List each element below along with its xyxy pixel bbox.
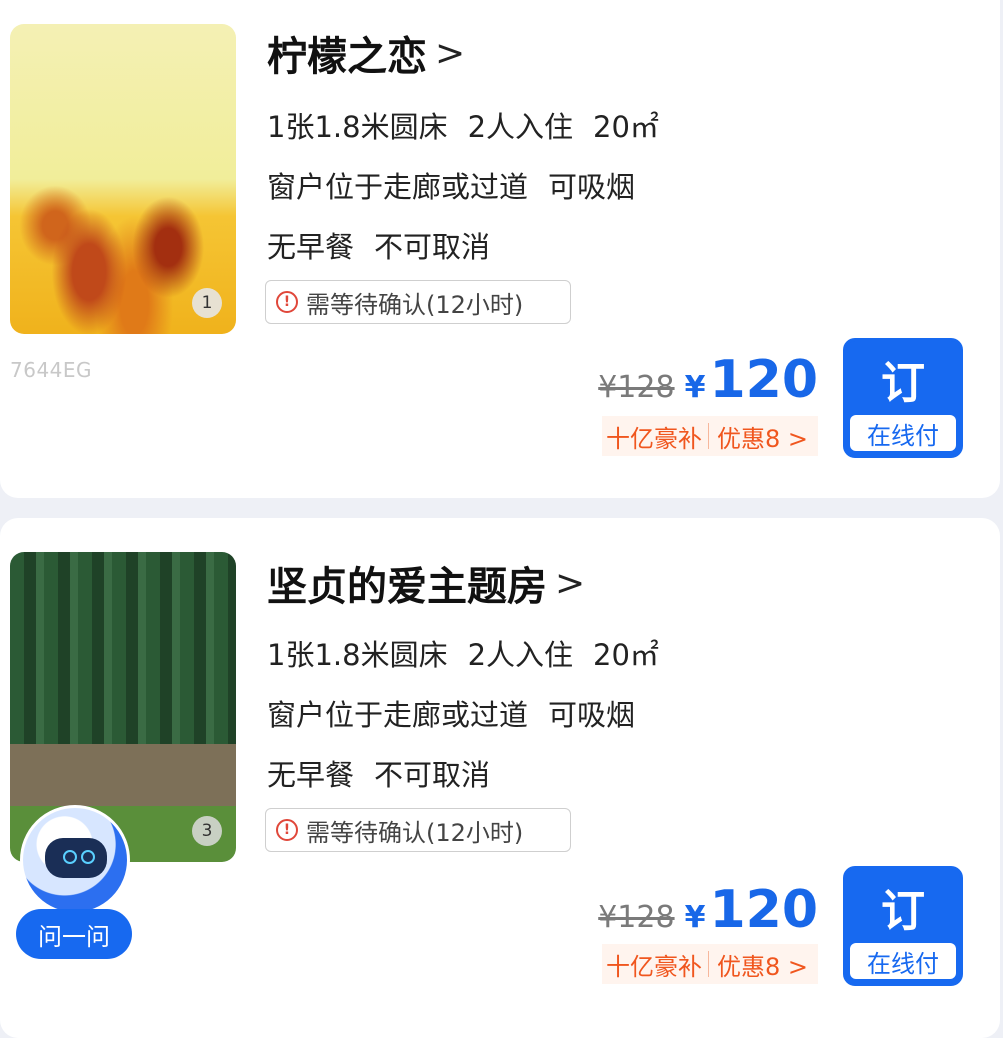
guest-count: 2人入住 — [467, 638, 574, 672]
bed-type: 1张1.8米圆床 — [267, 638, 448, 672]
room-title[interactable]: 坚贞的爱主题房 > — [267, 554, 585, 612]
confirmation-tag: ! 需等待确认(12小时) — [265, 808, 571, 852]
discount-link[interactable]: 优惠8 > — [709, 947, 818, 982]
smoking-info: 可吸烟 — [548, 698, 636, 732]
currency-symbol: ¥ — [684, 900, 706, 935]
original-price: ¥128 — [598, 370, 675, 405]
price-row: ¥128 ¥ 120 — [598, 350, 818, 410]
room-features: 窗户位于走廊或过道 可吸烟 — [267, 692, 635, 734]
book-label: 订 — [881, 358, 925, 409]
subsidy-tag: 十亿豪补 — [605, 424, 702, 453]
ask-assistant-button[interactable]: 问一问 — [16, 805, 134, 965]
confirmation-note: 需等待确认(12小时) — [306, 818, 524, 847]
subsidy-tag: 十亿豪补 — [605, 952, 702, 981]
window-info: 窗户位于走廊或过道 — [267, 698, 529, 732]
room-policy: 无早餐 不可取消 — [267, 224, 490, 266]
room-card[interactable]: 1 7644EG 柠檬之恋 > 1张1.8米圆床 2人入住 20㎡ 窗户位于走廊或过… — [0, 0, 1000, 498]
photo-count-badge: 3 — [192, 816, 222, 846]
currency-symbol: ¥ — [684, 370, 706, 405]
confirmation-note: 需等待确认(12小时) — [306, 290, 524, 319]
ask-label: 问一问 — [16, 909, 132, 959]
promo-row[interactable]: 十亿豪补 优惠8 > — [601, 416, 818, 456]
photo-count-badge: 1 — [192, 288, 222, 318]
room-card[interactable]: 3 坚贞的爱主题房 > 1张1.8米圆床 2人入住 20㎡ 窗户位于走廊或过道 可吸烟… — [0, 518, 1000, 1038]
current-price: 120 — [709, 880, 818, 940]
pay-online-label: 在线付 — [850, 415, 956, 451]
robot-eye-icon — [81, 850, 95, 864]
room-policy: 无早餐 不可取消 — [267, 752, 490, 794]
warning-icon: ! — [276, 819, 298, 841]
room-photo[interactable]: 1 — [10, 24, 236, 334]
room-title[interactable]: 柠檬之恋 > — [267, 24, 465, 82]
cancel-policy: 不可取消 — [374, 758, 491, 792]
current-price: 120 — [709, 350, 818, 410]
guest-count: 2人入住 — [467, 110, 574, 144]
confirmation-tag: ! 需等待确认(12小时) — [265, 280, 571, 324]
price-row: ¥128 ¥ 120 — [598, 880, 818, 940]
room-area: 20㎡ — [593, 638, 659, 672]
chevron-right-icon: > — [555, 562, 586, 604]
breakfast-info: 无早餐 — [267, 230, 355, 264]
book-label: 订 — [881, 886, 925, 937]
breakfast-info: 无早餐 — [267, 758, 355, 792]
robot-eye-icon — [63, 850, 77, 864]
room-name: 柠檬之恋 — [267, 34, 427, 80]
chevron-right-icon: > — [435, 32, 466, 74]
robot-face — [45, 838, 107, 878]
smoking-info: 可吸烟 — [548, 170, 636, 204]
book-button[interactable]: 订 在线付 — [843, 338, 963, 458]
room-name: 坚贞的爱主题房 — [267, 564, 547, 610]
original-price: ¥128 — [598, 900, 675, 935]
robot-icon — [20, 805, 130, 915]
warning-icon: ! — [276, 291, 298, 313]
room-specs: 1张1.8米圆床 2人入住 20㎡ — [267, 632, 659, 674]
room-features: 窗户位于走廊或过道 可吸烟 — [267, 164, 635, 206]
cancel-policy: 不可取消 — [374, 230, 491, 264]
room-specs: 1张1.8米圆床 2人入住 20㎡ — [267, 104, 659, 146]
pay-online-label: 在线付 — [850, 943, 956, 979]
book-button[interactable]: 订 在线付 — [843, 866, 963, 986]
room-area: 20㎡ — [593, 110, 659, 144]
window-info: 窗户位于走廊或过道 — [267, 170, 529, 204]
bed-type: 1张1.8米圆床 — [267, 110, 448, 144]
discount-link[interactable]: 优惠8 > — [709, 419, 818, 454]
promo-row[interactable]: 十亿豪补 优惠8 > — [601, 944, 818, 984]
room-code: 7644EG — [10, 358, 93, 382]
